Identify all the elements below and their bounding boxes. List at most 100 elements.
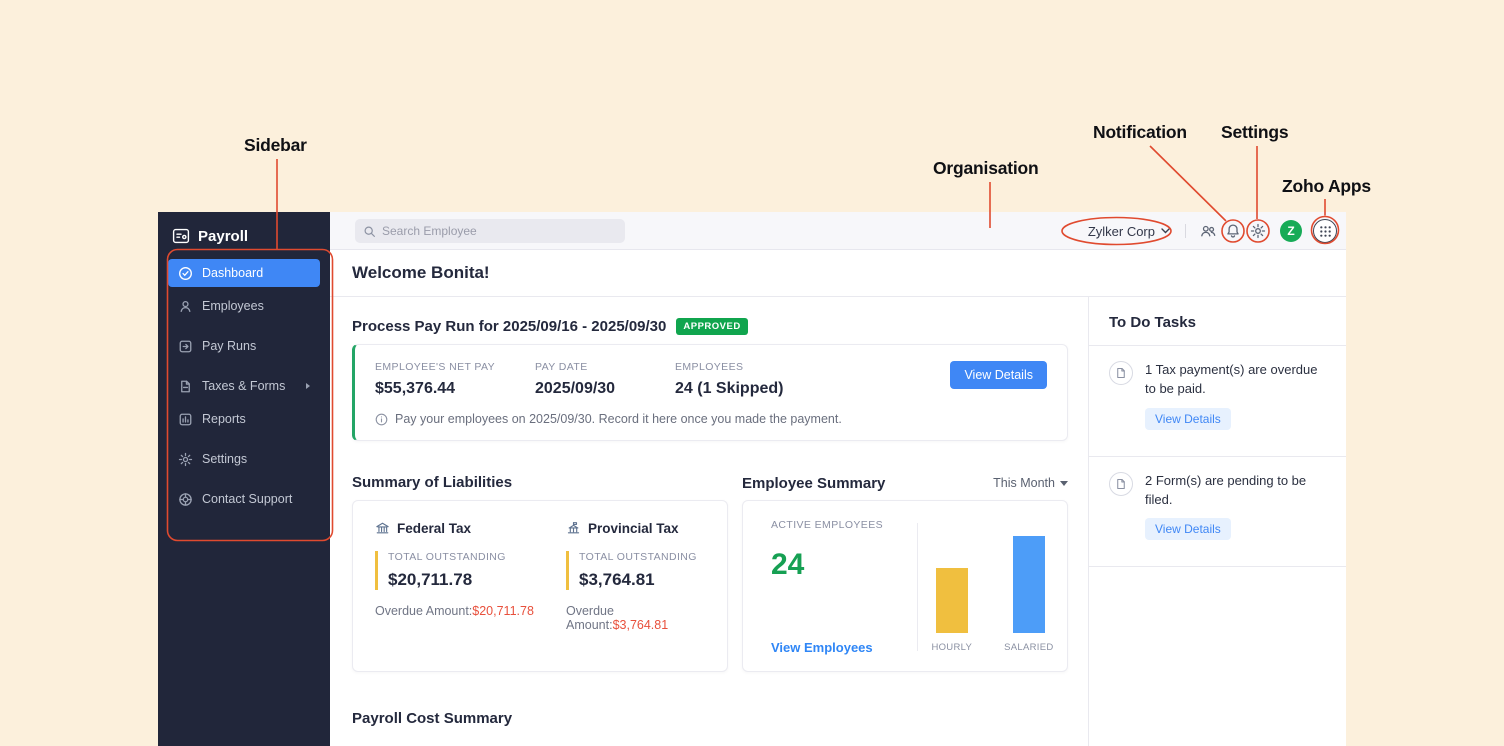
todo-item-forms-pending: 2 Form(s) are pending to be filed. View … [1089,457,1346,568]
outstanding-label: TOTAL OUTSTANDING [579,551,711,563]
sidebar-item-label: Employees [202,299,264,313]
payrun-title: Process Pay Run for 2025/09/16 - 2025/09… [352,318,666,335]
support-icon [178,492,193,507]
sidebar-item-employees[interactable]: Employees [168,292,320,320]
pay-date-label: PAY DATE [535,361,675,373]
overdue-amount: $3,764.81 [613,618,669,632]
settings-gear-icon [178,452,193,467]
reports-icon [178,412,193,427]
liability-name: Provincial Tax [588,521,679,536]
sidebar: Payroll Dashboard Employees Pay Runs Ta [158,212,330,746]
todo-title: To Do Tasks [1109,314,1196,331]
view-employees-link[interactable]: View Employees [771,640,917,655]
todo-item-tax-payments: 1 Tax payment(s) are overdue to be paid.… [1089,346,1346,457]
liabilities-card: Federal Tax TOTAL OUTSTANDING $20,711.78… [352,500,728,672]
todo-panel: To Do Tasks 1 Tax payment(s) are overdue… [1088,297,1346,746]
todo-view-details-button[interactable]: View Details [1145,518,1231,540]
search-box[interactable] [355,219,625,243]
sidebar-item-contact-support[interactable]: Contact Support [168,485,320,513]
sidebar-item-label: Reports [202,412,246,426]
overdue-label: Overdue Amount: [375,604,472,618]
employees-label: EMPLOYEES [675,361,950,373]
provincial-tax-block: Provincial Tax TOTAL OUTSTANDING $3,764.… [566,521,711,653]
salaried-bar [1013,536,1045,633]
federal-tax-block: Federal Tax TOTAL OUTSTANDING $20,711.78… [375,521,566,653]
document-icon [1109,472,1133,496]
payrun-card: EMPLOYEE'S NET PAY $55,376.44 PAY DATE 2… [352,344,1068,441]
this-month-filter[interactable]: This Month [993,476,1068,490]
welcome-heading: Welcome Bonita! [352,263,490,283]
employees-icon [178,299,193,314]
employee-type-chart: HOURLY SALARIED [918,519,1067,655]
sidebar-item-pay-runs[interactable]: Pay Runs [168,332,320,360]
overdue-label: Overdue Amount: [566,604,614,632]
info-icon [375,413,388,426]
search-icon [363,225,376,238]
annotation-zoho-apps-label: Zoho Apps [1282,176,1371,197]
payroll-app-window: Payroll Dashboard Employees Pay Runs Ta [158,212,1346,746]
avatar-letter: Z [1287,224,1294,238]
document-icon [1109,361,1133,385]
sidebar-item-label: Contact Support [202,492,292,506]
user-avatar[interactable]: Z [1280,220,1302,242]
active-employees-label: ACTIVE EMPLOYEES [771,519,917,531]
brand: Payroll [158,222,330,250]
sidebar-item-settings[interactable]: Settings [168,445,320,473]
settings-gear-icon[interactable] [1250,223,1266,239]
outstanding-amount: $20,711.78 [388,570,566,590]
hourly-label: HOURLY [931,642,972,653]
annotation-notification-label: Notification [1093,122,1187,143]
brand-label: Payroll [198,228,248,245]
overdue-amount: $20,711.78 [472,604,534,618]
dashboard-icon [178,266,193,281]
payroll-cost-summary-title: Payroll Cost Summary [352,710,1068,727]
todo-view-details-button[interactable]: View Details [1145,408,1231,430]
chevron-down-icon [1161,228,1170,234]
sidebar-item-label: Taxes & Forms [202,379,285,393]
search-input[interactable] [382,224,617,238]
screenshot-stage: Payroll Dashboard Employees Pay Runs Ta [0,0,1504,746]
todo-text: 1 Tax payment(s) are overdue to be paid. [1145,361,1328,399]
active-employees-count: 24 [771,548,917,582]
todo-text: 2 Form(s) are pending to be filed. [1145,472,1328,510]
view-details-button[interactable]: View Details [950,361,1047,389]
liabilities-title: Summary of Liabilities [352,474,512,491]
zoho-apps-icon[interactable] [1313,219,1337,243]
payroll-logo-icon [172,227,190,245]
net-pay-value: $55,376.44 [375,380,535,398]
main-content: Process Pay Run for 2025/09/16 - 2025/09… [330,297,1088,746]
sidebar-item-taxes-forms[interactable]: Taxes & Forms [168,372,320,400]
taxes-forms-icon [178,379,193,394]
welcome-row: Welcome Bonita! [330,250,1346,297]
outstanding-label: TOTAL OUTSTANDING [388,551,566,563]
salaried-label: SALARIED [1004,642,1053,653]
sidebar-item-dashboard[interactable]: Dashboard [168,259,320,287]
topbar: Zylker Corp Z [330,212,1346,250]
provincial-tax-icon [566,521,581,536]
employee-summary-title: Employee Summary [742,475,885,492]
sidebar-menu: Dashboard Employees Pay Runs Taxes & For… [158,259,330,513]
sidebar-item-label: Dashboard [202,266,263,280]
sidebar-item-reports[interactable]: Reports [168,405,320,433]
annotation-sidebar-label: Sidebar [244,135,307,156]
outstanding-amount: $3,764.81 [579,570,711,590]
net-pay-label: EMPLOYEE'S NET PAY [375,361,535,373]
federal-tax-icon [375,521,390,536]
notification-bell-icon[interactable] [1225,223,1241,239]
hourly-bar [936,568,968,633]
organisation-dropdown[interactable]: Zylker Corp [1088,212,1170,250]
sidebar-item-label: Pay Runs [202,339,256,353]
status-badge: APPROVED [676,318,747,335]
organisation-name: Zylker Corp [1088,224,1155,239]
submenu-arrow-icon [306,383,310,389]
payrun-note: Pay your employees on 2025/09/30. Record… [395,412,842,426]
pay-runs-icon [178,339,193,354]
annotation-settings-label: Settings [1221,122,1288,143]
employees-value: 24 (1 Skipped) [675,380,950,398]
liability-name: Federal Tax [397,521,471,536]
topbar-divider [1185,224,1186,238]
referral-users-icon[interactable] [1200,223,1216,239]
sidebar-item-label: Settings [202,452,247,466]
filter-label: This Month [993,476,1055,490]
caret-down-icon [1060,481,1068,486]
